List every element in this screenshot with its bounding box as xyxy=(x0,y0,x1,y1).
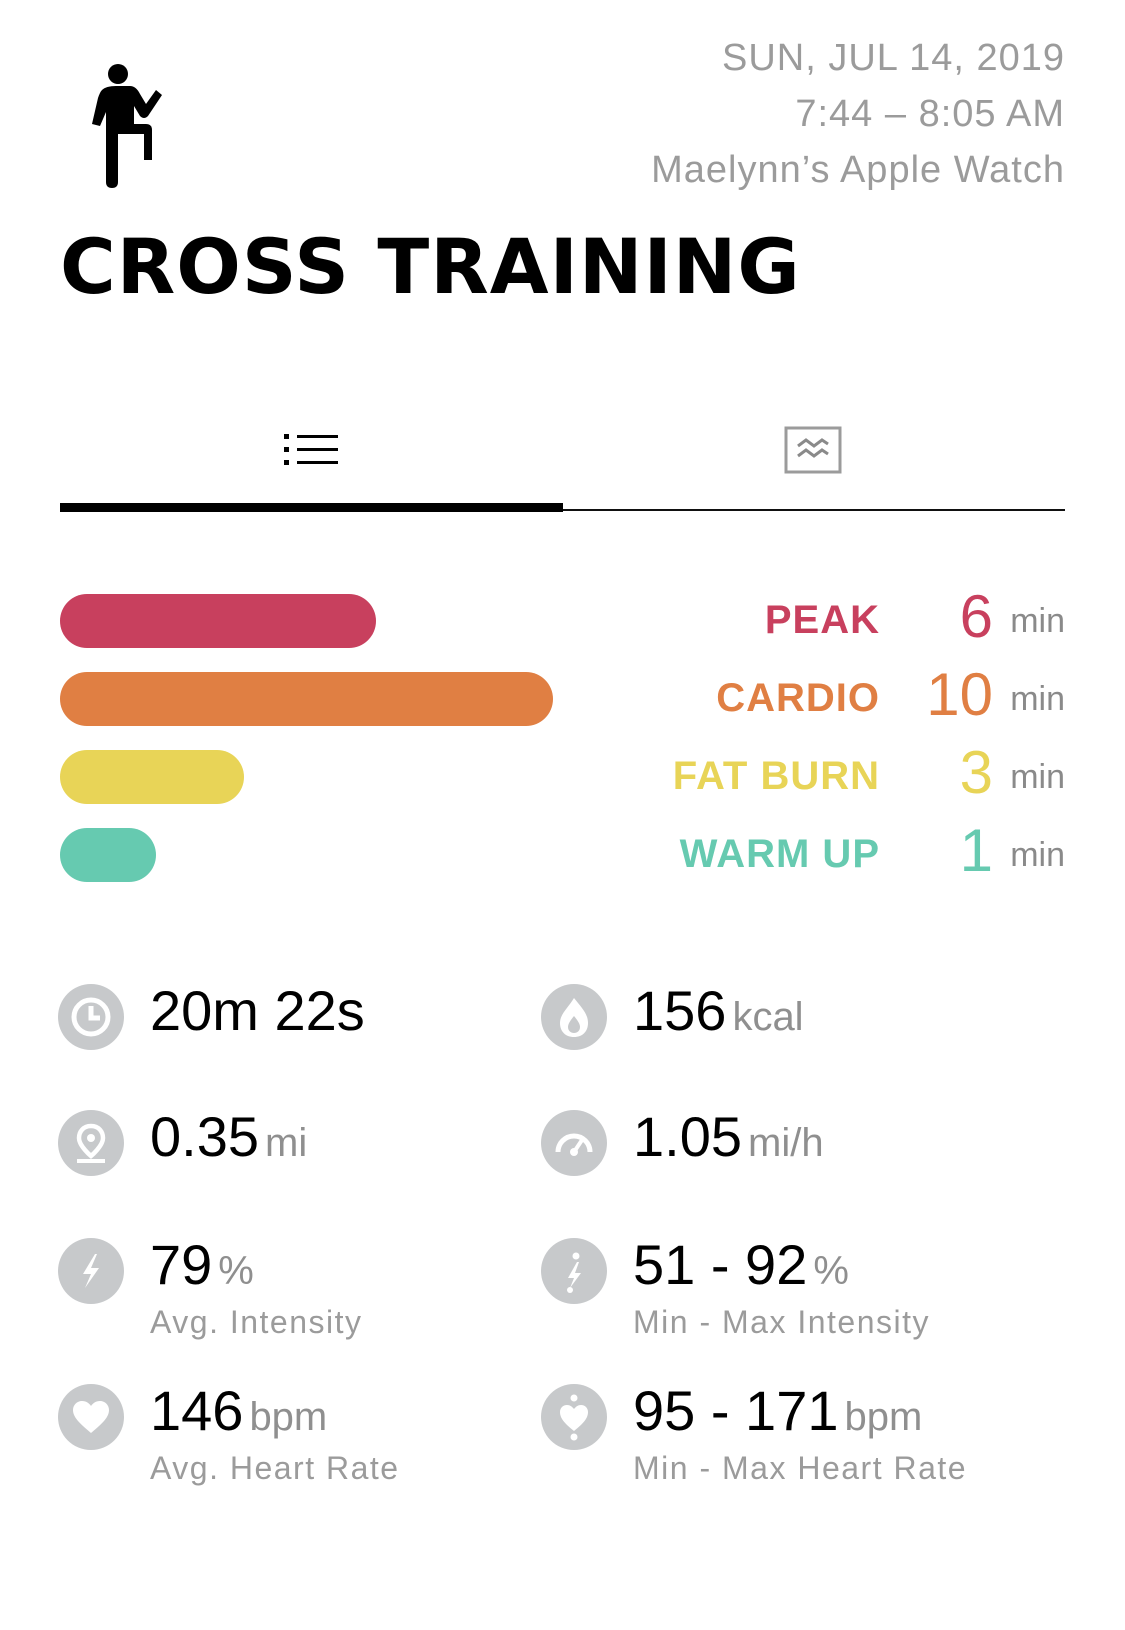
zone-bar-warm-up xyxy=(60,828,156,882)
tab-chart[interactable] xyxy=(562,400,1064,500)
workout-meta: SUN, JUL 14, 2019 7:44 – 8:05 AM Maelynn… xyxy=(651,30,1065,198)
speed-value: 1.05 xyxy=(633,1105,742,1168)
tab-list[interactable] xyxy=(60,400,562,500)
view-tabs xyxy=(60,400,1065,512)
distance-value: 0.35 xyxy=(150,1105,259,1168)
zone-label: PEAK xyxy=(764,598,880,642)
heart-rate-range-caption: Min - Max Heart Rate xyxy=(633,1450,968,1486)
avg-intensity-value: 79 xyxy=(150,1233,213,1296)
zone-minutes: 3 xyxy=(959,739,993,806)
zone-cardio: CARDIO 10 min xyxy=(60,661,1065,728)
list-icon xyxy=(284,434,338,465)
cross-training-figure-icon xyxy=(92,64,162,188)
calories-value: 156 xyxy=(633,979,727,1042)
intensity-range-unit: % xyxy=(813,1249,849,1293)
zone-unit: min xyxy=(1010,836,1065,874)
zone-unit: min xyxy=(1010,758,1065,796)
flame-icon xyxy=(541,984,607,1050)
calories-unit: kcal xyxy=(732,995,804,1039)
zone-bar-fat-burn xyxy=(60,750,244,804)
workout-time-range: 7:44 – 8:05 AM xyxy=(795,93,1065,135)
chart-icon xyxy=(784,426,842,474)
clock-icon xyxy=(58,984,124,1050)
active-tab-indicator xyxy=(60,503,563,512)
duration-value: 20m 22s xyxy=(150,979,365,1042)
zone-fat-burn: FAT BURN 3 min xyxy=(60,739,1065,806)
heart-range-icon xyxy=(541,1384,607,1450)
heart-icon xyxy=(58,1384,124,1450)
zone-label: FAT BURN xyxy=(672,754,880,798)
avg-intensity-unit: % xyxy=(218,1249,254,1293)
zone-bar-cardio xyxy=(60,672,553,726)
workout-device: Maelynn’s Apple Watch xyxy=(651,149,1065,191)
intensity-range-caption: Min - Max Intensity xyxy=(633,1304,931,1340)
zone-unit: min xyxy=(1010,602,1065,640)
lightning-icon xyxy=(58,1238,124,1304)
avg-intensity-caption: Avg. Intensity xyxy=(150,1304,363,1340)
avg-heart-rate-value: 146 xyxy=(150,1379,244,1442)
speedometer-icon xyxy=(541,1110,607,1176)
intensity-range-value: 51 - 92 xyxy=(633,1233,808,1296)
zone-label: WARM UP xyxy=(679,832,880,876)
zone-label: CARDIO xyxy=(716,676,880,720)
zone-warm-up: WARM UP 1 min xyxy=(60,817,1065,884)
speed-unit: mi/h xyxy=(748,1121,824,1165)
zone-minutes: 1 xyxy=(959,817,993,884)
distance-unit: mi xyxy=(265,1121,308,1165)
zone-minutes: 10 xyxy=(926,661,993,728)
avg-heart-rate-unit: bpm xyxy=(249,1395,328,1439)
heart-rate-range-unit: bpm xyxy=(844,1395,923,1439)
zone-minutes: 6 xyxy=(959,583,993,650)
zone-unit: min xyxy=(1010,680,1065,718)
lightning-range-icon xyxy=(541,1238,607,1304)
workout-date: SUN, JUL 14, 2019 xyxy=(722,37,1065,79)
location-pin-icon xyxy=(58,1110,124,1176)
avg-heart-rate-caption: Avg. Heart Rate xyxy=(150,1450,400,1486)
page-title: CROSS TRAINING xyxy=(60,222,801,311)
heart-rate-range-value: 95 - 171 xyxy=(633,1379,839,1442)
zone-bar-peak xyxy=(60,594,376,648)
zone-peak: PEAK 6 min xyxy=(60,583,1065,650)
